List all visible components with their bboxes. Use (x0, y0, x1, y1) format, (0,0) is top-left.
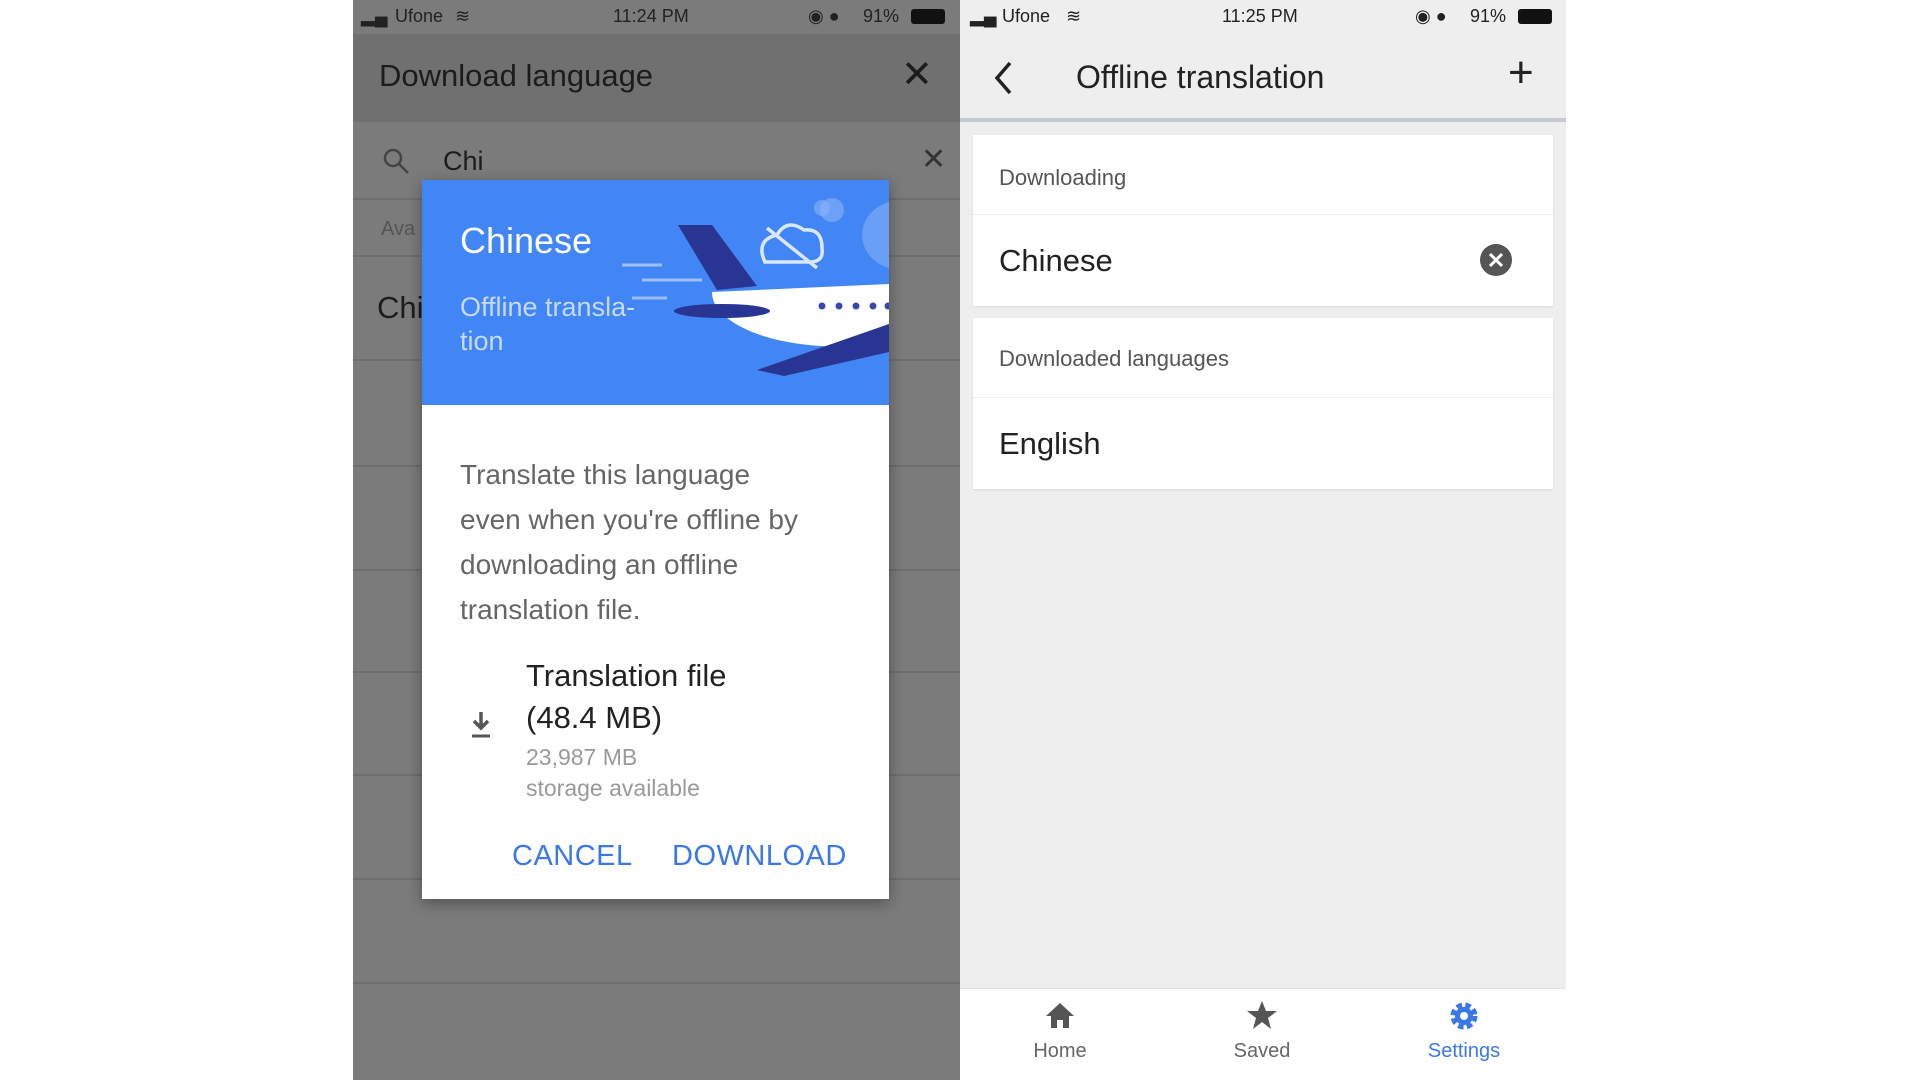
dialog-header: Chinese Offline transla- tion (422, 180, 889, 405)
app-header: Offline translation + (960, 34, 1566, 122)
body-line: translation file. (460, 594, 641, 625)
clear-search-icon[interactable]: ✕ (921, 142, 946, 177)
cloud-off-icon (760, 223, 824, 270)
close-icon[interactable]: ✕ (901, 52, 933, 97)
status-bar: ▂▄ Ufone ≋ 11:25 PM ◉ ● 91% (960, 0, 1566, 34)
add-icon[interactable]: + (1508, 48, 1534, 98)
alarm-icon: ◉ ● (808, 6, 840, 26)
list-item-language[interactable]: Chi (377, 290, 424, 326)
cancel-button[interactable]: CANCEL (512, 840, 633, 873)
file-label: Translation file (526, 658, 727, 693)
status-time: 11:25 PM (1222, 6, 1298, 26)
download-language-screen: ▂▄ Ufone ≋ 11:24 PM ◉ ● 91% Download lan… (353, 0, 960, 1080)
gear-icon (1450, 1002, 1478, 1030)
nav-home[interactable]: Home (1000, 1000, 1120, 1063)
battery-percent: 91% (863, 6, 900, 26)
download-button[interactable]: DOWNLOAD (672, 840, 847, 873)
section-header: Downloaded languages (999, 346, 1229, 371)
storage-value: 23,987 MB (526, 744, 638, 770)
nav-label: Saved (1233, 1040, 1291, 1062)
wifi-icon: ≋ (455, 6, 471, 26)
file-info: Translation file (48.4 MB) (526, 655, 726, 739)
nav-settings[interactable]: Settings (1404, 1000, 1524, 1063)
offline-translation-screen: ▂▄ Ufone ≋ 11:25 PM ◉ ● 91% Offline tran… (960, 0, 1566, 1080)
star-icon (1247, 1001, 1277, 1029)
status-bar: ▂▄ Ufone ≋ 11:24 PM ◉ ● 91% (353, 0, 960, 34)
download-dialog: Chinese Offline transla- tion Translate … (422, 180, 889, 899)
page-title: Download language (379, 58, 654, 93)
body-line: even when you're offline by (460, 504, 798, 535)
status-time: 11:24 PM (613, 6, 689, 26)
file-size: (48.4 MB) (526, 700, 663, 735)
dialog-title: Chinese (460, 220, 593, 261)
alarm-icon: ◉ ● (1415, 6, 1447, 26)
carrier: Ufone (1002, 6, 1051, 26)
storage-info: 23,987 MB storage available (526, 742, 700, 804)
page-title: Offline translation (1076, 59, 1325, 95)
wifi-icon: ≋ (1066, 6, 1082, 26)
storage-label: storage available (526, 775, 700, 801)
home-icon (1046, 1003, 1074, 1028)
dialog-subtitle-line1: Offline transla- (460, 292, 636, 322)
cancel-download-icon[interactable] (1479, 243, 1513, 277)
battery-icon (1518, 9, 1552, 24)
body-line: downloading an offline (460, 549, 739, 580)
list-item-downloaded[interactable]: English (999, 426, 1101, 462)
carrier: Ufone (395, 6, 444, 26)
search-icon (383, 148, 409, 174)
battery-percent: 91% (1470, 6, 1507, 26)
download-icon (472, 712, 490, 738)
section-header: Ava (381, 218, 416, 240)
dialog-body: Translate this language even when you're… (460, 452, 798, 632)
dialog-subtitle-line2: tion (460, 326, 504, 356)
nav-label: Home (1033, 1040, 1087, 1062)
downloaded-card: Downloaded languages English (973, 318, 1553, 489)
app-header: Download language ✕ (353, 34, 960, 122)
signal-icon: ▂▄ (361, 6, 388, 26)
back-icon[interactable] (992, 60, 1016, 96)
search-input[interactable]: Chi (443, 146, 484, 177)
signal-icon: ▂▄ (970, 6, 997, 26)
nav-saved[interactable]: Saved (1202, 1000, 1322, 1063)
section-header: Downloading (999, 165, 1127, 190)
downloading-card: Downloading Chinese (973, 135, 1553, 306)
list-item-downloading[interactable]: Chinese (999, 243, 1113, 279)
nav-label: Settings (1427, 1040, 1501, 1062)
battery-icon (911, 9, 945, 24)
body-line: Translate this language (460, 459, 751, 490)
